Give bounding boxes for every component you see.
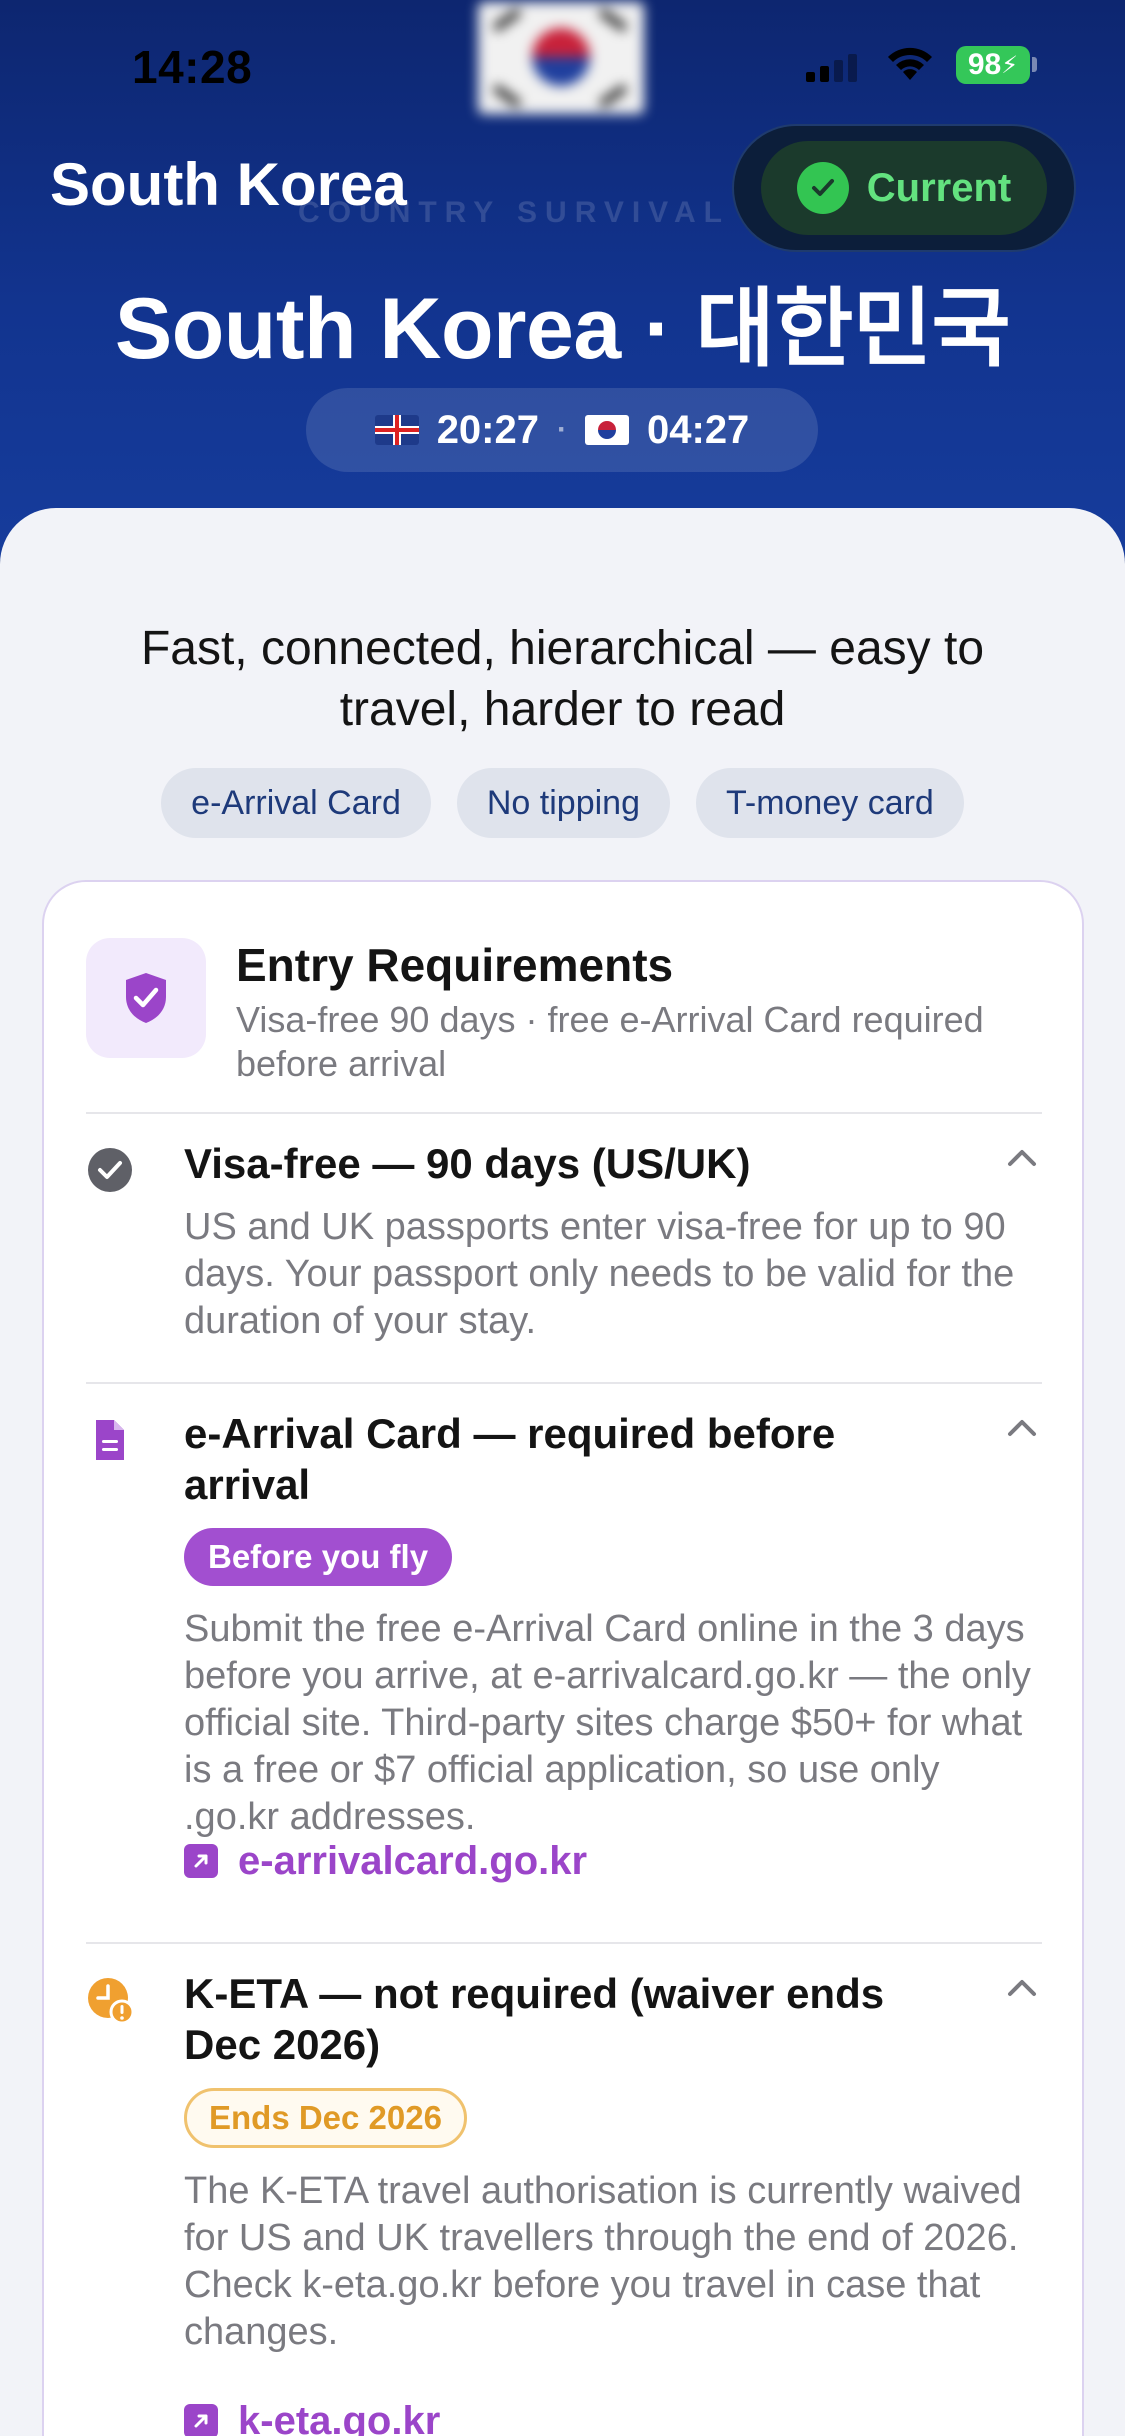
card-subtitle: Visa-free 90 days · free e-Arrival Card … bbox=[236, 999, 984, 1084]
chevron-up-icon[interactable] bbox=[1002, 1968, 1042, 2008]
uk-flag-icon bbox=[374, 415, 419, 445]
external-link-icon bbox=[184, 2404, 218, 2436]
requirement-title: Visa-free — 90 days (US/UK) bbox=[184, 1140, 751, 1187]
link-text: e-arrivalcard.go.kr bbox=[238, 1838, 588, 1883]
check-circle-icon bbox=[88, 1148, 132, 1192]
tag-chips: e-Arrival Card No tipping T-money card bbox=[0, 768, 1125, 838]
e-arrival-link[interactable]: e-arrivalcard.go.kr bbox=[184, 1836, 587, 1886]
divider bbox=[86, 1112, 1042, 1114]
link-text: k-eta.go.kr bbox=[238, 2398, 441, 2436]
ends-dec-2026-badge: Ends Dec 2026 bbox=[184, 2088, 467, 2148]
card-title: Entry Requirements bbox=[236, 939, 674, 991]
battery-level: 98 bbox=[967, 48, 1002, 81]
korea-flag-banner bbox=[478, 2, 644, 114]
requirement-item-visa[interactable]: Visa-free — 90 days (US/UK) US and UK pa… bbox=[86, 1138, 1042, 1358]
card-header[interactable]: Entry Requirements Visa-free 90 days · f… bbox=[86, 938, 1046, 1084]
requirement-item-e-arrival[interactable]: e-Arrival Card — required before arrival… bbox=[86, 1408, 1042, 1928]
wifi-icon bbox=[888, 47, 932, 80]
requirement-item-k-eta[interactable]: K-ETA — not required (waiver ends Dec 20… bbox=[86, 1968, 1042, 2436]
divider bbox=[86, 1942, 1042, 1944]
requirement-body: US and UK passports enter visa-free for … bbox=[184, 1206, 1015, 1342]
chip-e-arrival[interactable]: e-Arrival Card bbox=[161, 768, 431, 838]
divider bbox=[86, 1382, 1042, 1384]
country-header: 14:28 98 ⚡ South Korea COUNTRY SURVIVAL C… bbox=[0, 0, 1125, 560]
k-eta-link[interactable]: k-eta.go.kr bbox=[184, 2396, 440, 2436]
entry-requirements-card: Entry Requirements Visa-free 90 days · f… bbox=[42, 880, 1084, 2436]
document-icon bbox=[96, 1420, 124, 1460]
shield-check-icon bbox=[86, 938, 206, 1058]
chip-t-money[interactable]: T-money card bbox=[695, 768, 964, 838]
before-you-fly-badge: Before you fly bbox=[184, 1528, 453, 1586]
requirement-title: e-Arrival Card — required before arrival bbox=[184, 1410, 836, 1508]
chevron-up-icon[interactable] bbox=[1002, 1138, 1042, 1178]
timezone-pill: 20:27 · 04:27 bbox=[306, 388, 818, 472]
cellular-signal-icon bbox=[806, 52, 857, 82]
country-name: South Korea · 대한민국 bbox=[114, 281, 1011, 377]
local-time: 04:27 bbox=[647, 407, 750, 452]
clock-alert-icon bbox=[88, 1978, 134, 2024]
home-time: 20:27 bbox=[436, 407, 539, 452]
chip-no-tipping[interactable]: No tipping bbox=[456, 768, 670, 838]
korea-flag-icon bbox=[585, 415, 629, 445]
battery-icon: 98 ⚡ bbox=[956, 46, 1030, 84]
external-link-icon bbox=[184, 1844, 218, 1878]
requirement-title: K-ETA — not required (waiver ends Dec 20… bbox=[184, 1970, 885, 2068]
requirement-body: Submit the free e-Arrival Card online in… bbox=[184, 1608, 1031, 1838]
time-separator: · bbox=[557, 413, 567, 446]
status-time: 14:28 bbox=[132, 41, 253, 93]
chevron-up-icon[interactable] bbox=[1002, 1408, 1042, 1448]
content-sheet: Fast, connected, hierarchical — easy to … bbox=[0, 508, 1125, 2436]
requirement-body: The K-ETA travel authorisation is curren… bbox=[184, 2170, 1022, 2353]
current-location-button[interactable]: Current bbox=[732, 124, 1076, 252]
country-tagline: Fast, connected, hierarchical — easy to … bbox=[140, 622, 985, 736]
current-label: Current bbox=[866, 165, 1012, 210]
checkmark-icon bbox=[796, 162, 849, 214]
